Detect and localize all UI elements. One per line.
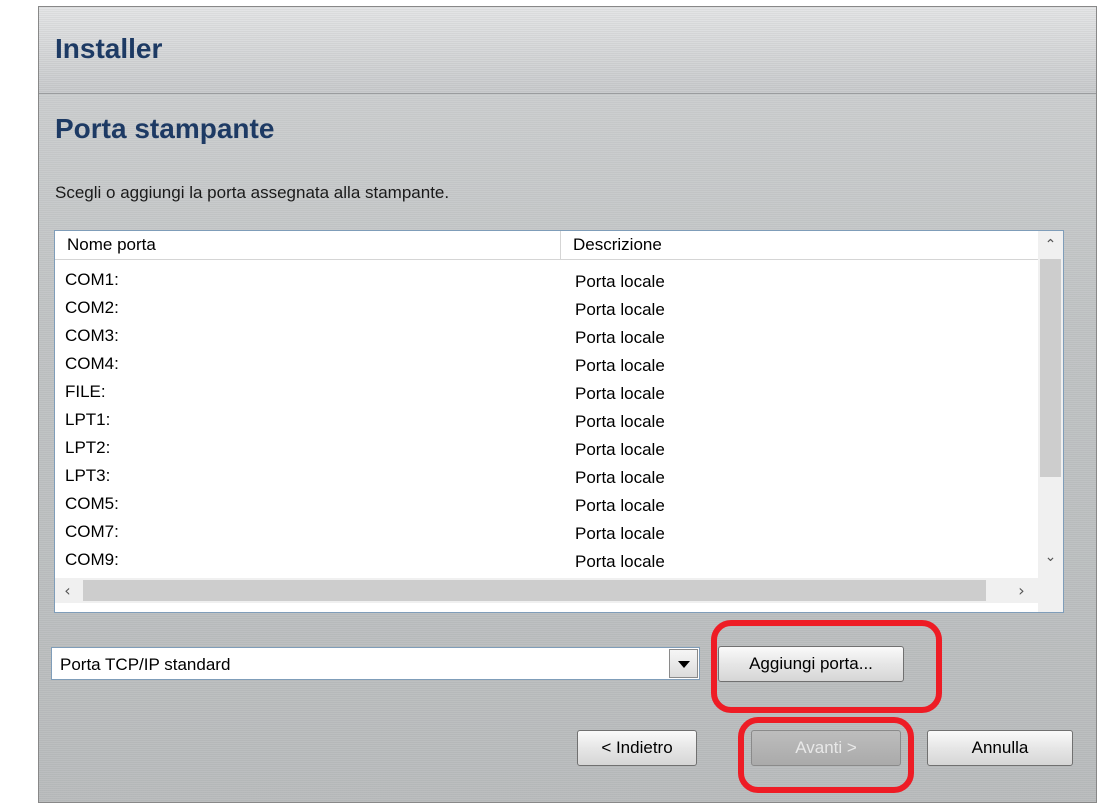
port-list-rows: COM1: Porta locale COM2: Porta locale COM3: P…: [55, 261, 1038, 571]
page-subtitle: Scegli o aggiungi la porta assegnata all…: [55, 183, 450, 202]
back-button[interactable]: < Indietro: [577, 730, 697, 766]
horizontal-scrollbar[interactable]: ‹ ›: [55, 578, 1038, 603]
port-list-header: Nome porta Descrizione: [55, 231, 1038, 260]
list-item[interactable]: COM2: Porta locale: [55, 289, 1038, 319]
port-name-cell: LPT3:: [65, 466, 111, 485]
scroll-up-icon[interactable]: ⌃: [1038, 231, 1063, 259]
installer-window: Installer Porta stampante Scegli o aggiu…: [38, 6, 1097, 803]
port-name-cell: COM4:: [65, 354, 119, 373]
port-name-cell: FILE:: [65, 382, 106, 401]
highlight-next: [738, 717, 914, 793]
column-header-description[interactable]: Descrizione: [561, 231, 1038, 259]
port-name-cell: COM2:: [65, 298, 119, 317]
page-title: Porta stampante: [55, 113, 275, 144]
list-item[interactable]: COM7: Porta locale: [55, 513, 1038, 543]
port-description-cell: Porta locale: [575, 552, 665, 571]
list-item[interactable]: FILE: Porta locale: [55, 373, 1038, 403]
scroll-right-icon[interactable]: ›: [1009, 578, 1034, 603]
horizontal-scroll-thumb[interactable]: [83, 580, 986, 601]
port-name-cell: COM3:: [65, 326, 119, 345]
vertical-scrollbar[interactable]: ⌃ ⌄: [1038, 231, 1063, 578]
list-item[interactable]: LPT3: Porta locale: [55, 457, 1038, 487]
list-item[interactable]: LPT1: Porta locale: [55, 401, 1038, 431]
title-bar: Installer: [39, 7, 1096, 94]
port-type-selected-value: Porta TCP/IP standard: [60, 655, 231, 674]
port-type-dropdown[interactable]: Porta TCP/IP standard: [51, 647, 700, 680]
column-header-port-name[interactable]: Nome porta: [55, 231, 561, 259]
port-name-cell: COM9:: [65, 550, 119, 569]
chevron-down-icon: [678, 661, 690, 668]
list-item[interactable]: LPT2: Porta locale: [55, 429, 1038, 459]
port-name-cell: COM5:: [65, 494, 119, 513]
app-title: Installer: [55, 33, 163, 64]
port-name-cell: LPT1:: [65, 410, 111, 429]
port-list[interactable]: Nome porta Descrizione COM1: Porta locale…: [54, 230, 1064, 613]
cancel-button[interactable]: Annulla: [927, 730, 1073, 766]
highlight-add-port: [711, 620, 942, 713]
port-name-cell: LPT2:: [65, 438, 111, 457]
scroll-down-icon[interactable]: ⌄: [1038, 543, 1063, 571]
dropdown-arrow-button[interactable]: [669, 649, 698, 678]
scroll-corner: [1038, 578, 1063, 612]
list-item[interactable]: COM4: Porta locale: [55, 345, 1038, 375]
list-item[interactable]: COM3: Porta locale: [55, 317, 1038, 347]
scroll-left-icon[interactable]: ‹: [55, 578, 80, 603]
list-item[interactable]: COM1: Porta locale: [55, 261, 1038, 291]
list-item[interactable]: COM9: Porta locale: [55, 541, 1038, 571]
list-item[interactable]: COM5: Porta locale: [55, 485, 1038, 515]
port-name-cell: COM1:: [65, 270, 119, 289]
port-name-cell: COM7:: [65, 522, 119, 541]
vertical-scroll-thumb[interactable]: [1040, 259, 1061, 477]
